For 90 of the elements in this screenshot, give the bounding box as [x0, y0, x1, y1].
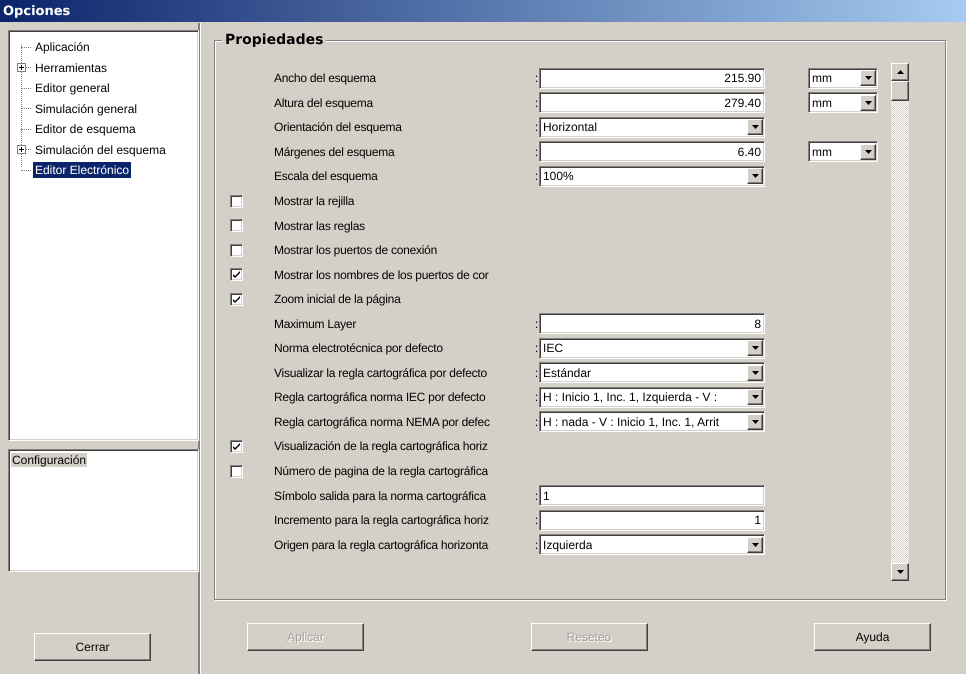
label-colon: : — [534, 414, 539, 429]
dropdown-arrow-icon — [752, 542, 758, 547]
label-colon: : — [534, 96, 539, 110]
label-colon: : — [534, 538, 539, 552]
scrollbar[interactable] — [891, 63, 909, 581]
expand-icon[interactable] — [17, 62, 26, 72]
input-field[interactable]: 1 — [539, 510, 765, 531]
checkbox[interactable] — [230, 244, 243, 257]
input-field[interactable]: 215.90 — [539, 68, 765, 89]
tree-item[interactable]: Herramientas — [33, 60, 110, 76]
group-title: Propiedades — [222, 32, 326, 48]
field-label: Número de pagina de la regla cartográfica — [274, 464, 490, 478]
list-item[interactable]: Configuración — [11, 453, 88, 467]
unit-dropdown[interactable]: mm — [808, 68, 878, 89]
unit-dropdown[interactable]: mm — [808, 141, 878, 162]
dropdown-arrow-icon — [752, 346, 758, 350]
label-colon: : — [534, 341, 539, 356]
field-label: Visualización de la regla cartográfica horiz — [274, 439, 489, 454]
check-icon — [233, 271, 240, 278]
field-label: Mostrar los puertos de conexión — [274, 243, 438, 258]
expand-icon[interactable] — [17, 144, 26, 154]
dropdown[interactable]: Estándar — [539, 362, 765, 384]
scroll-down-button[interactable] — [891, 563, 909, 581]
field-label: Zoom inicial de la página — [274, 292, 402, 306]
up-arrow-icon — [896, 70, 904, 74]
field-label: Origen para la regla cartográfica horizonta — [274, 538, 490, 552]
tree-item[interactable]: Editor Electrónico — [33, 162, 132, 178]
dropdown[interactable]: Horizontal — [539, 116, 765, 138]
input-field[interactable]: 6.40 — [539, 141, 765, 162]
dropdown[interactable]: H : nada - V : Inicio 1, Inc. 1, Arrit — [539, 411, 765, 432]
unit-dropdown[interactable]: mm — [808, 92, 878, 114]
field-label: Orientación del esquema — [274, 120, 403, 134]
field-label: Visualizar la regla cartográfica por defecto — [274, 366, 488, 380]
tree-item[interactable]: Simulación general — [33, 100, 140, 117]
dropdown-arrow-icon — [752, 395, 758, 400]
check-icon — [233, 442, 240, 450]
dropdown-arrow-icon — [864, 76, 872, 80]
field-label: Maximum Layer — [274, 316, 358, 331]
field-label: Símbolo salida para la norma cartográfica — [274, 488, 488, 503]
dropdown[interactable]: Izquierda — [539, 534, 765, 556]
checkbox[interactable] — [230, 268, 243, 282]
input-field[interactable]: 8 — [539, 313, 765, 334]
label-colon: : — [534, 390, 539, 404]
scroll-up-button[interactable] — [891, 63, 909, 81]
input-field[interactable]: 1 — [539, 485, 765, 506]
field-label: Incremento para la regla cartográfica horiz — [274, 513, 490, 528]
label-colon: : — [534, 71, 539, 86]
scroll-thumb[interactable] — [891, 81, 909, 101]
field-label: Regla cartográfica norma NEMA por defec — [274, 414, 491, 429]
label-colon: : — [534, 316, 539, 331]
field-label: Norma electrotécnica por defecto — [274, 341, 444, 356]
dialog-button[interactable]: Ayuda — [814, 623, 931, 651]
field-label: Mostrar los nombres de los puertos de cor — [274, 268, 490, 282]
check-icon — [233, 296, 240, 303]
checkbox[interactable] — [230, 194, 243, 208]
dropdown-arrow-icon — [752, 370, 758, 375]
dropdown-arrow-icon — [752, 174, 758, 178]
field-label: Regla cartográfica norma IEC por defecto — [274, 390, 486, 404]
dropdown[interactable]: IEC — [539, 338, 765, 359]
dropdown[interactable]: 100% — [539, 166, 765, 187]
field-label: Ancho del esquema — [274, 71, 377, 86]
label-colon: : — [534, 144, 539, 159]
input-field[interactable]: 279.40 — [539, 92, 765, 114]
field-label: Mostrar las reglas — [274, 218, 366, 233]
field-label: Altura del esquema — [274, 96, 374, 110]
dropdown-arrow-icon — [896, 570, 904, 574]
dropdown-arrow-icon — [752, 420, 758, 424]
tree-item[interactable]: Editor general — [33, 80, 112, 96]
field-label: Escala del esquema — [274, 169, 379, 184]
checkbox[interactable] — [230, 219, 243, 232]
label-colon: : — [534, 120, 539, 134]
field-label: Márgenes del esquema — [274, 144, 396, 159]
label-colon: : — [534, 488, 539, 503]
label-colon: : — [534, 513, 539, 528]
checkbox[interactable] — [230, 440, 243, 453]
dropdown-arrow-icon — [864, 150, 872, 154]
dropdown-arrow-icon — [752, 125, 758, 130]
dropdown[interactable]: H : Inicio 1, Inc. 1, Izquierda - V : — [539, 386, 765, 408]
dropdown-arrow-icon — [864, 100, 872, 105]
close-button[interactable]: Cerrar — [34, 633, 151, 661]
tree-item[interactable]: Aplicación — [33, 39, 92, 56]
checkbox[interactable] — [230, 464, 243, 478]
field-label: Mostrar la rejilla — [274, 194, 356, 208]
tree-item[interactable]: Editor de esquema — [33, 121, 138, 138]
config-list[interactable]: Configuración — [8, 449, 199, 572]
tree-item[interactable]: Simulación del esquema — [33, 142, 168, 158]
checkbox[interactable] — [230, 292, 243, 306]
label-colon: : — [534, 169, 539, 184]
label-colon: : — [534, 366, 539, 380]
window-title: Opciones — [3, 4, 70, 18]
